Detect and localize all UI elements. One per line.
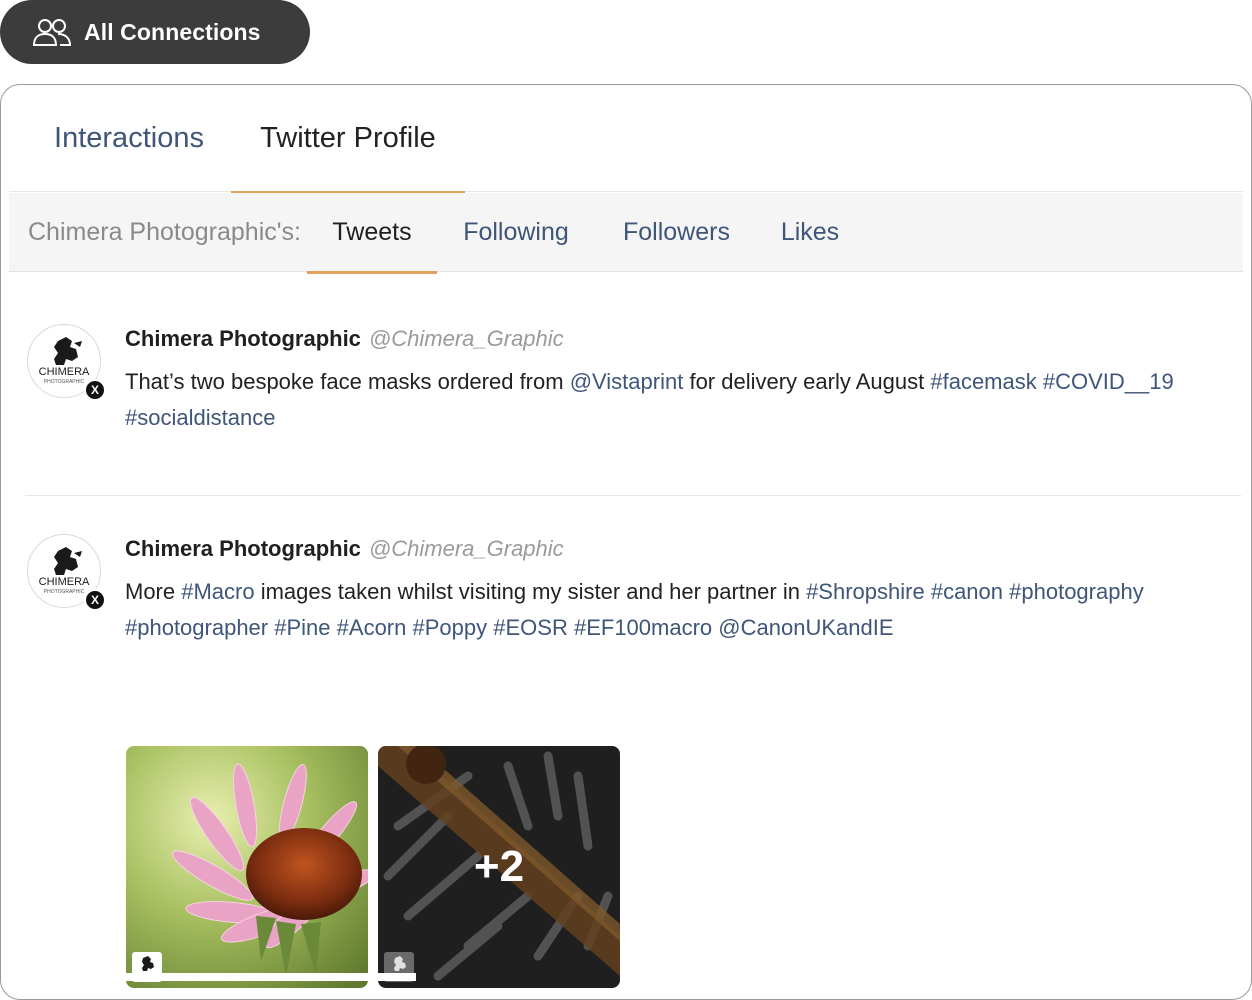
hashtag-link[interactable]: #socialdistance (125, 405, 275, 430)
hashtag-link[interactable]: #Poppy (413, 615, 488, 640)
hashtag-link[interactable]: #EF100macro (574, 615, 712, 640)
more-images-count: +2 (473, 842, 525, 891)
chimera-logo-icon: CHIMERA PHOTOGRAPHIC (39, 547, 90, 595)
all-connections-button[interactable]: All Connections (0, 0, 310, 64)
sub-tab-tweets[interactable]: Tweets (307, 193, 437, 274)
x-platform-icon: X (84, 379, 106, 401)
mention-link[interactable]: @CanonUKandIE (718, 615, 893, 640)
tweet-text-segment: for delivery early August (683, 369, 931, 394)
tweet-text: More #Macro images taken whilst visiting… (125, 574, 1215, 646)
svg-text:CHIMERA: CHIMERA (39, 576, 90, 588)
avatar[interactable]: CHIMERA PHOTOGRAPHIC X (27, 534, 106, 611)
avatar[interactable]: CHIMERA PHOTOGRAPHIC X (27, 324, 106, 401)
hashtag-link[interactable]: #facemask (930, 369, 1036, 394)
chimera-logo-icon: CHIMERA PHOTOGRAPHIC (39, 337, 90, 385)
sub-tab-likes-label: Likes (780, 218, 840, 246)
tab-interactions[interactable]: Interactions (29, 85, 229, 192)
sub-tab-followers[interactable]: Followers (609, 193, 744, 272)
hashtag-link[interactable]: #photographer (125, 615, 268, 640)
hashtag-link[interactable]: #Acorn (337, 615, 407, 640)
tweet-header: Chimera Photographic @Chimera_Graphic (125, 326, 564, 352)
hashtag-link[interactable]: #photography (1009, 579, 1144, 604)
hashtag-link[interactable]: #EOSR (493, 615, 568, 640)
tweet-text-segment: More (125, 579, 182, 604)
hashtag-link[interactable]: #COVID__19 (1043, 369, 1174, 394)
tab-interactions-label: Interactions (54, 122, 204, 154)
all-connections-label: All Connections (84, 18, 261, 45)
hashtag-link[interactable]: #Macro (181, 579, 254, 604)
x-platform-icon: X (84, 589, 106, 611)
tweet-author[interactable]: Chimera Photographic (125, 326, 361, 351)
tweet-header: Chimera Photographic @Chimera_Graphic (125, 536, 564, 562)
sub-tab-bar: Chimera Photographic's: Tweets Following… (9, 193, 1243, 274)
tweet-text-segment: That’s two bespoke face masks ordered fr… (125, 369, 570, 394)
tweet-text-segment: images taken whilst visiting my sister a… (254, 579, 807, 604)
tweet-handle[interactable]: @Chimera_Graphic (369, 536, 564, 561)
svg-text:PHOTOGRAPHIC: PHOTOGRAPHIC (44, 379, 85, 385)
connection-card: Interactions Twitter Profile Chimera Pho… (0, 84, 1252, 1000)
main-tab-bar: Interactions Twitter Profile (9, 85, 1243, 194)
sub-tab-followers-label: Followers (623, 218, 730, 246)
sub-tab-prefix: Chimera Photographic's: (28, 218, 301, 246)
tweet-handle[interactable]: @Chimera_Graphic (369, 326, 564, 351)
tab-twitter-profile-label: Twitter Profile (260, 122, 436, 154)
hashtag-link[interactable]: #Shropshire (806, 579, 925, 604)
sub-tab-following[interactable]: Following (451, 193, 581, 272)
tweet-item: CHIMERA PHOTOGRAPHIC X Chimera Photograp… (25, 528, 1241, 988)
sub-tab-likes[interactable]: Likes (769, 193, 851, 272)
sub-tab-following-label: Following (463, 218, 569, 246)
hashtag-link[interactable]: #canon (931, 579, 1003, 604)
tweet-image-pine-more[interactable]: +2 (378, 746, 620, 988)
hashtag-link[interactable]: #Pine (274, 615, 330, 640)
svg-text:CHIMERA: CHIMERA (39, 366, 90, 378)
svg-text:PHOTOGRAPHIC: PHOTOGRAPHIC (44, 589, 85, 595)
sub-tab-tweets-label: Tweets (332, 218, 412, 246)
flower-photo (126, 746, 368, 988)
tweet-text: That’s two bespoke face masks ordered fr… (125, 364, 1215, 436)
tab-twitter-profile[interactable]: Twitter Profile (231, 85, 465, 194)
tweet-author[interactable]: Chimera Photographic (125, 536, 361, 561)
tweet-item: CHIMERA PHOTOGRAPHIC X Chimera Photograp… (25, 318, 1241, 496)
tweet-image-flower[interactable] (126, 746, 368, 988)
mention-link[interactable]: @Vistaprint (570, 369, 684, 394)
users-icon (32, 19, 72, 46)
